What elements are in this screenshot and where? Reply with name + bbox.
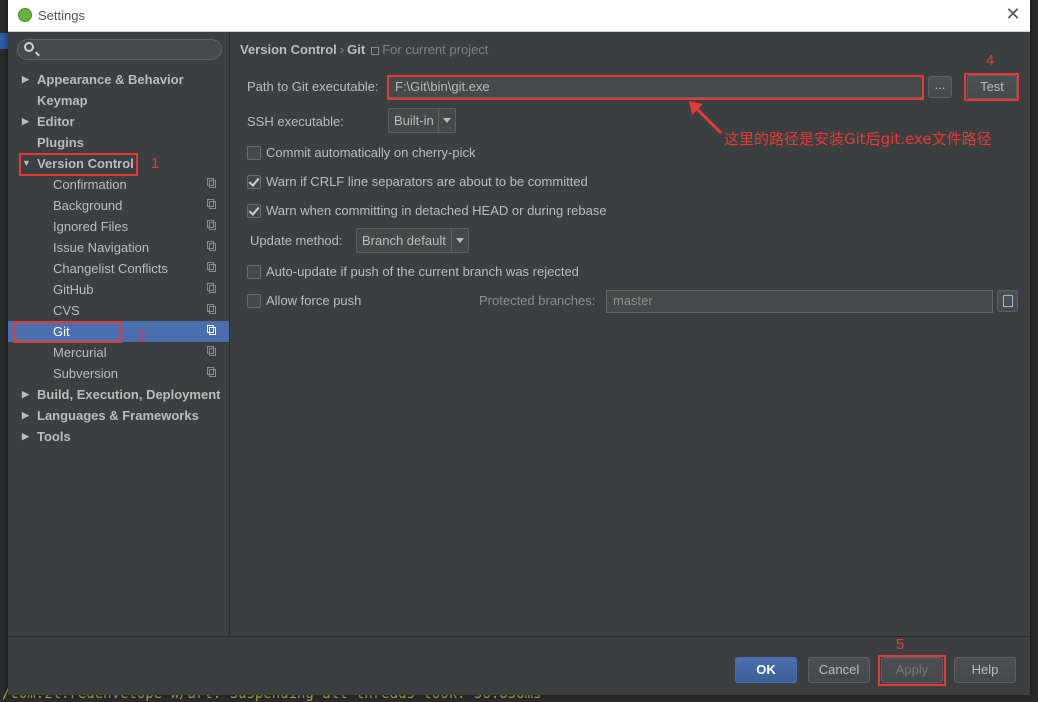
- close-icon[interactable]: ✕: [1004, 6, 1022, 24]
- project-scope-icon: [207, 262, 216, 272]
- expand-arrow-icon: ▶: [22, 389, 29, 399]
- import-icon: [1003, 295, 1013, 307]
- tree-item-background[interactable]: Background: [8, 195, 229, 216]
- git-path-label: Path to Git executable:: [247, 79, 379, 94]
- expand-arrow-icon: ▶: [22, 116, 29, 126]
- update-method-label: Update method:: [250, 233, 343, 248]
- project-scope-icon: [207, 220, 216, 230]
- settings-tree-pane: ▶ Appearance & Behavior Keymap ▶ Editor Pl…: [8, 32, 230, 636]
- protected-branches-browse-button[interactable]: [997, 290, 1018, 312]
- chevron-down-icon: [451, 229, 468, 252]
- project-scope-icon: [207, 283, 216, 293]
- project-scope-icon: [207, 199, 216, 209]
- annotation-box-git: [13, 321, 122, 343]
- project-scope-icon: [207, 178, 216, 188]
- tree-item-cvs[interactable]: CVS: [8, 300, 229, 321]
- annotation-arrow-icon: [689, 101, 723, 135]
- tree-item-changelist-conflicts[interactable]: Changelist Conflicts: [8, 258, 229, 279]
- tree-item-languages-frameworks[interactable]: ▶ Languages & Frameworks: [8, 405, 229, 426]
- auto-update-checkbox[interactable]: [247, 265, 261, 279]
- tree-item-subversion[interactable]: Subversion: [8, 363, 229, 384]
- breadcrumb: Version Control › Git For current project: [240, 42, 488, 57]
- annotation-number-2: 2: [137, 328, 146, 345]
- crlf-warning-label: Warn if CRLF line separators are about t…: [266, 174, 588, 189]
- annotation-box-test: [964, 73, 1019, 101]
- annotation-number-5: 5: [896, 636, 905, 653]
- expand-arrow-icon: ▶: [22, 410, 29, 420]
- tree-item-appearance-behavior[interactable]: ▶ Appearance & Behavior: [8, 69, 229, 90]
- breadcrumb-current: Git: [347, 42, 366, 57]
- breadcrumb-separator: ›: [339, 42, 345, 57]
- project-scope-icon: [207, 241, 216, 251]
- project-scope-icon: [207, 304, 216, 314]
- protected-branches-label: Protected branches:: [479, 293, 596, 308]
- annotation-box-git-path: [387, 75, 924, 100]
- breadcrumb-parent[interactable]: Version Control: [240, 42, 337, 57]
- tree-item-mercurial[interactable]: Mercurial: [8, 342, 229, 363]
- search-input[interactable]: [17, 39, 222, 60]
- expand-arrow-icon: ▶: [22, 74, 29, 84]
- annotation-box-version-control: [19, 153, 138, 176]
- tree-item-editor[interactable]: ▶ Editor: [8, 111, 229, 132]
- ssh-executable-select[interactable]: Built-in: [388, 108, 456, 133]
- project-scope-icon: [207, 346, 216, 356]
- ssh-executable-label: SSH executable:: [247, 114, 344, 129]
- tree-item-plugins[interactable]: Plugins: [8, 132, 229, 153]
- title-bar: Settings ✕: [8, 0, 1030, 32]
- tree-item-ignored-files[interactable]: Ignored Files: [8, 216, 229, 237]
- settings-tree: ▶ Appearance & Behavior Keymap ▶ Editor Pl…: [8, 69, 229, 447]
- chevron-down-icon: [438, 109, 455, 132]
- project-scope-icon: [207, 325, 216, 335]
- tree-item-build-execution-deployment[interactable]: ▶ Build, Execution, Deployment: [8, 384, 229, 405]
- protected-branches-input[interactable]: master: [606, 290, 993, 313]
- tree-item-keymap[interactable]: Keymap: [8, 90, 229, 111]
- annotation-path-note: 这里的路径是安装Git后git.exe文件路径: [724, 130, 992, 148]
- detached-head-checkbox[interactable]: [247, 204, 261, 218]
- project-scope-icon: [207, 367, 216, 377]
- settings-dialog: Settings ✕ ▶ Appearance & Behavior Keymap…: [8, 0, 1030, 695]
- force-push-checkbox[interactable]: [247, 294, 261, 308]
- expand-arrow-icon: ▶: [22, 431, 29, 441]
- ok-button[interactable]: OK: [735, 657, 797, 683]
- window-title: Settings: [38, 8, 85, 23]
- tree-item-github[interactable]: GitHub: [8, 279, 229, 300]
- annotation-number-4: 4: [986, 52, 995, 69]
- cherry-pick-checkbox[interactable]: [247, 146, 261, 160]
- help-button[interactable]: Help: [954, 657, 1016, 683]
- ide-editor-tab-edge: [0, 33, 8, 49]
- cherry-pick-label: Commit automatically on cherry-pick: [266, 145, 476, 160]
- annotation-number-1: 1: [151, 155, 160, 172]
- search-icon: [24, 42, 34, 52]
- android-studio-logo-icon: [18, 8, 32, 22]
- crlf-warning-checkbox[interactable]: [247, 175, 261, 189]
- force-push-label: Allow force push: [266, 293, 362, 308]
- annotation-box-apply: [878, 655, 946, 686]
- detached-head-label: Warn when committing in detached HEAD or…: [266, 203, 607, 218]
- tree-item-confirmation[interactable]: Confirmation: [8, 174, 229, 195]
- tree-item-tools[interactable]: ▶ Tools: [8, 426, 229, 447]
- browse-button[interactable]: ...: [928, 76, 952, 98]
- dialog-footer: OK Cancel Apply Help 5: [8, 636, 1030, 695]
- update-method-select[interactable]: Branch default: [356, 228, 469, 253]
- project-scope-icon: [371, 47, 380, 55]
- cancel-button[interactable]: Cancel: [808, 657, 870, 683]
- git-settings-panel: Version Control › Git For current project P…: [230, 32, 1030, 636]
- scope-indicator: For current project: [371, 42, 488, 57]
- tree-item-issue-navigation[interactable]: Issue Navigation: [8, 237, 229, 258]
- auto-update-label: Auto-update if push of the current branc…: [266, 264, 579, 279]
